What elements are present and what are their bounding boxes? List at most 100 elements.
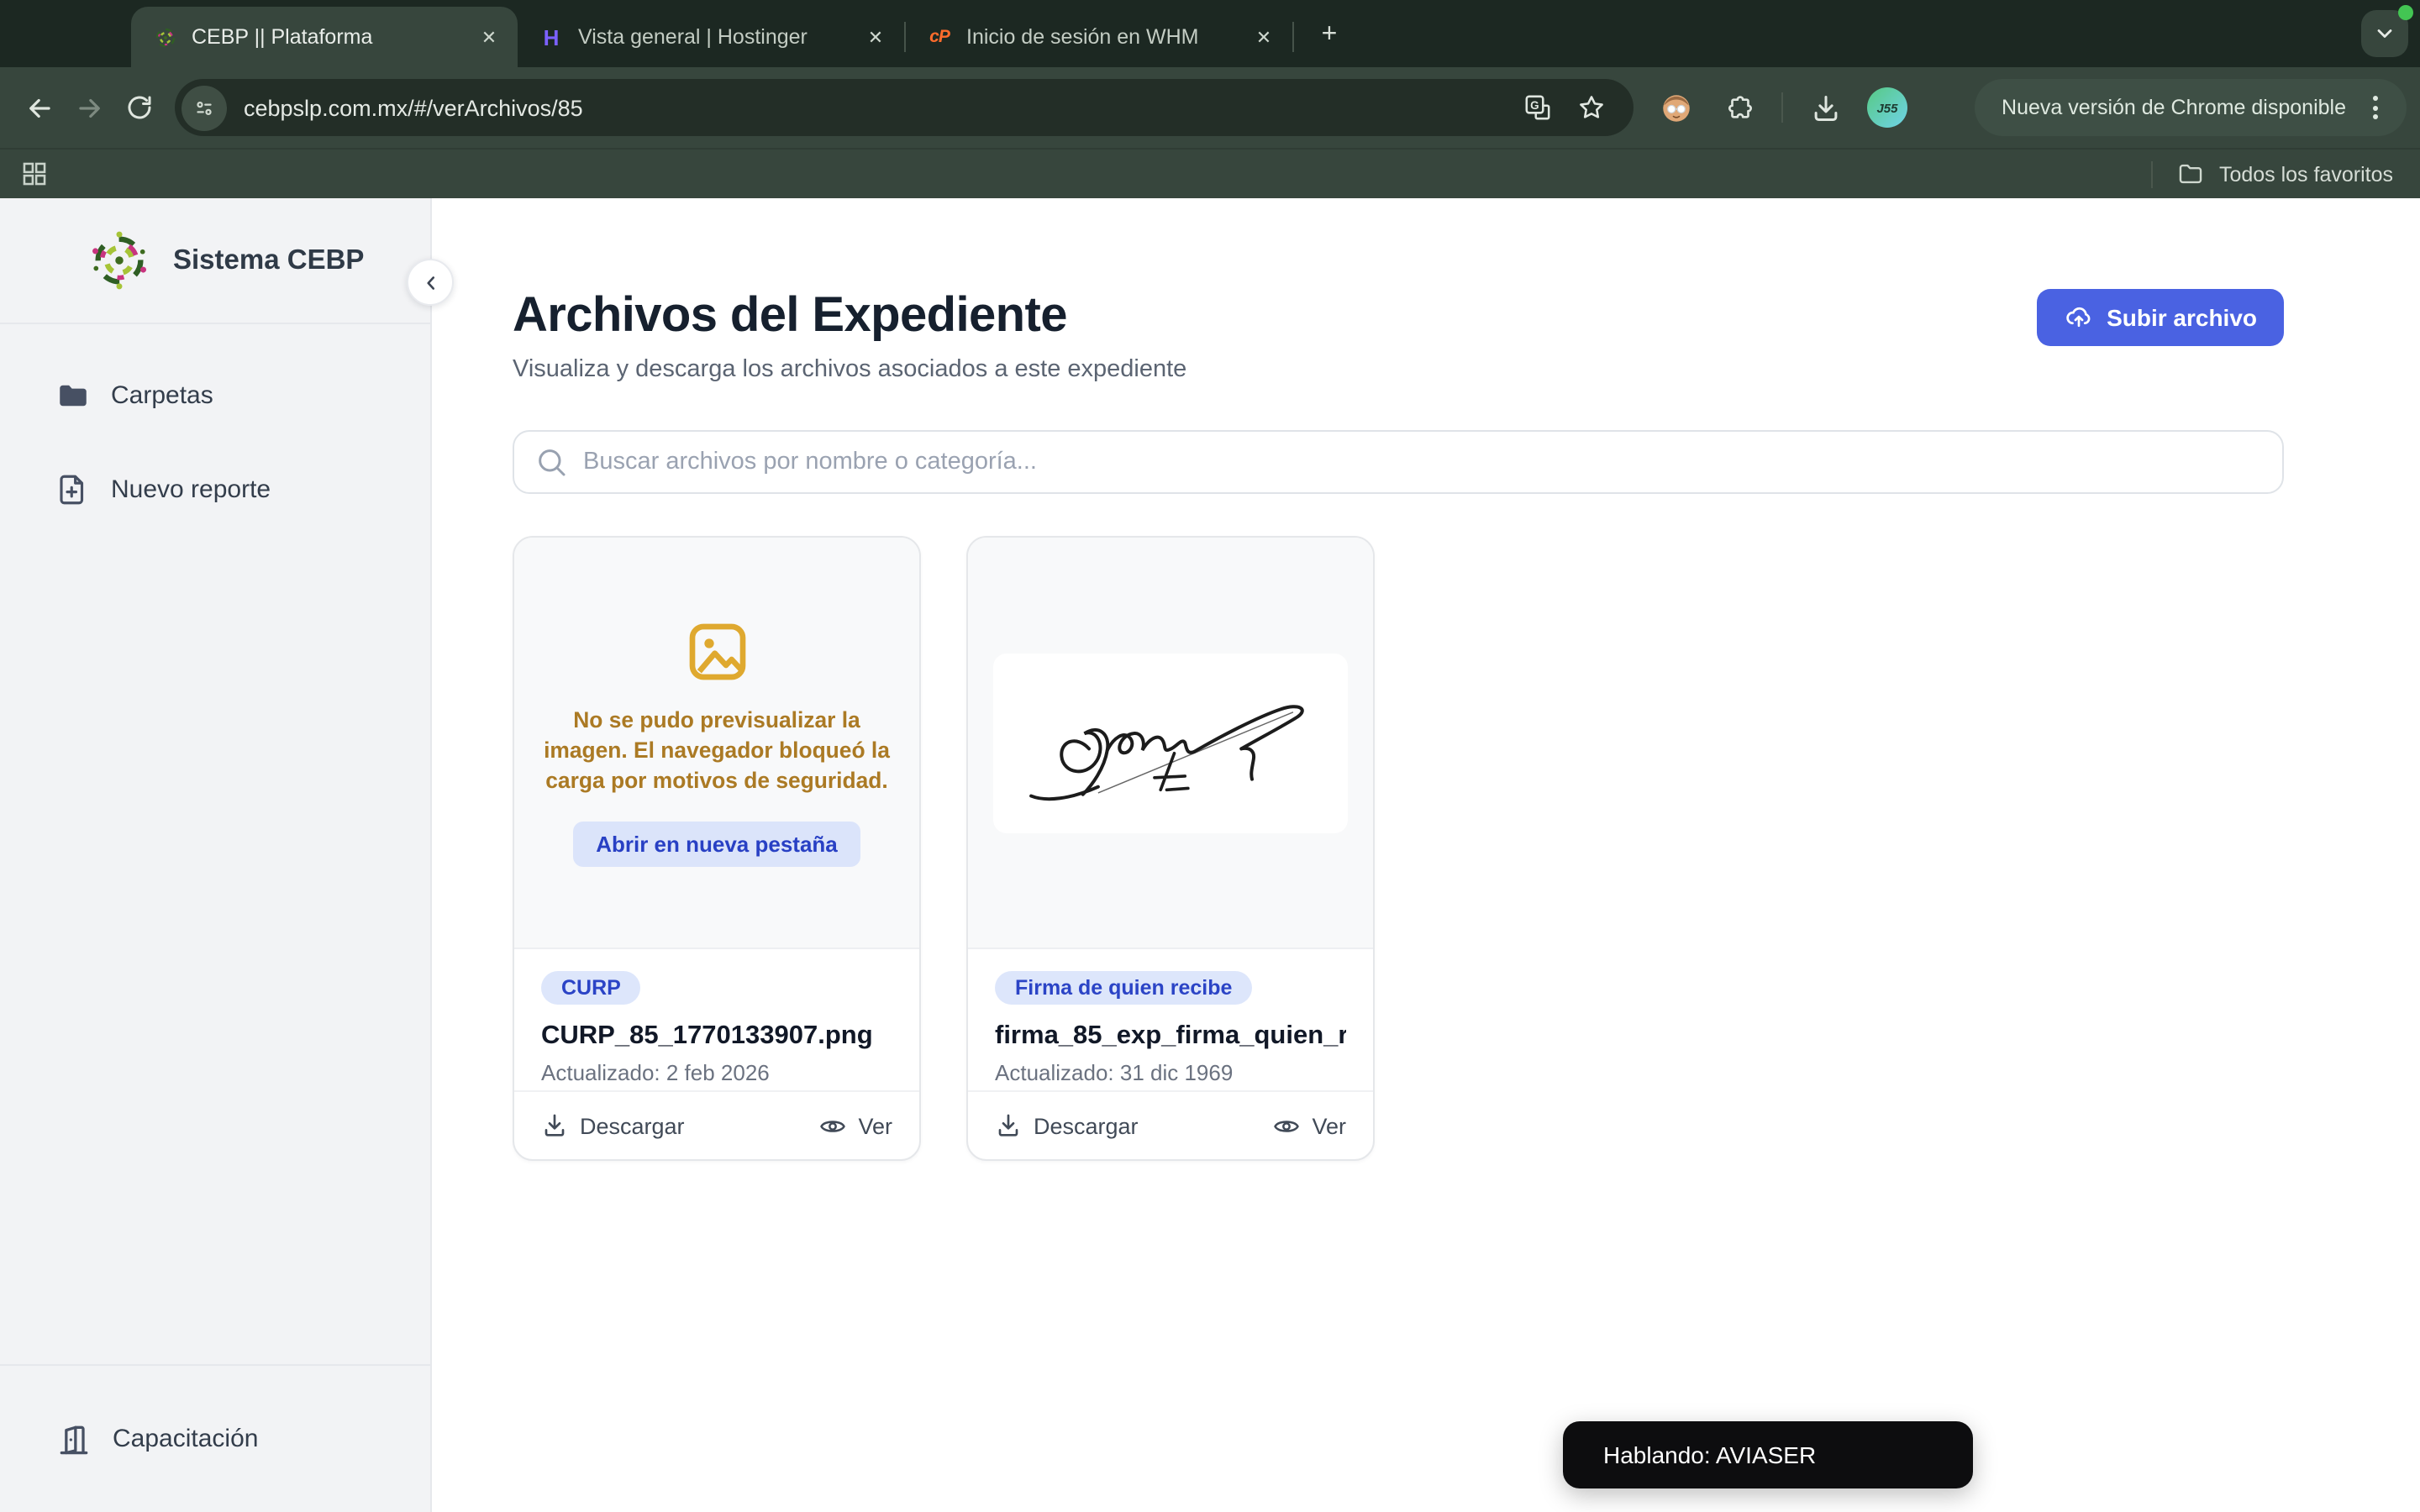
cebp-logo: [92, 231, 146, 290]
download-button[interactable]: Descargar: [541, 1112, 685, 1139]
download-label: Descargar: [580, 1113, 685, 1138]
reload-icon: [128, 96, 151, 119]
forward-arrow-icon: [78, 97, 99, 118]
open-new-tab-button[interactable]: Abrir en nueva pestaña: [572, 821, 861, 867]
file-name: firma_85_exp_firma_quien_re...: [995, 1021, 1346, 1050]
upload-file-button[interactable]: Subir archivo: [2036, 289, 2284, 346]
tab-whm[interactable]: cP Inicio de sesión en WHM ✕: [906, 7, 1292, 67]
puzzle-icon: [1728, 95, 1751, 118]
translate-icon: G: [1525, 95, 1550, 120]
sidebar-header: Sistema CEBP: [0, 198, 430, 324]
extensions-button[interactable]: [1718, 86, 1761, 129]
sidebar-item-label: Carpetas: [111, 381, 213, 409]
card-preview-blocked: No se pudo previsualizar la imagen. El n…: [514, 538, 919, 949]
cpanel-favicon-icon: cP: [929, 27, 950, 47]
download-button[interactable]: Descargar: [995, 1112, 1139, 1139]
file-name: CURP_85_1770133907.png: [541, 1021, 873, 1050]
card-body: CURP CURP_85_1770133907.png Actualizado:…: [514, 949, 919, 1085]
download-label: Descargar: [1034, 1113, 1139, 1138]
folder-icon: [60, 384, 87, 406]
sidebar-item-label: Capacitación: [113, 1425, 259, 1453]
updated-date: Actualizado: 2 feb 2026: [541, 1060, 770, 1085]
face-avatar-icon: [1662, 94, 1689, 121]
bookmarks-bar: Todos los favoritos: [0, 148, 2420, 198]
tab-close-icon[interactable]: ✕: [474, 22, 504, 52]
upload-file-label: Subir archivo: [2107, 304, 2257, 331]
file-cards: No se pudo previsualizar la imagen. El n…: [513, 536, 2284, 1161]
apps-grid-icon[interactable]: [20, 160, 49, 188]
sidebar-item-label: Nuevo reporte: [111, 475, 271, 503]
all-favorites-button[interactable]: Todos los favoritos: [2219, 162, 2393, 186]
search-icon: [539, 449, 566, 476]
card-actions: Descargar Ver: [514, 1090, 919, 1159]
view-label: Ver: [858, 1113, 892, 1138]
file-plus-icon: [60, 474, 84, 504]
downloads-button[interactable]: [1803, 86, 1847, 129]
star-icon: [1580, 96, 1603, 118]
cloud-upload-icon: [2065, 307, 2090, 328]
update-notification-dot: [2398, 5, 2413, 20]
updated-date: Actualizado: 31 dic 1969: [995, 1060, 1234, 1085]
tab-title: CEBP || Plataforma: [192, 25, 373, 49]
brand-title: Sistema CEBP: [173, 244, 365, 275]
tab-close-icon[interactable]: ✕: [860, 22, 891, 52]
browser-window: CEBP || Plataforma ✕ H Vista general | H…: [0, 0, 2420, 1512]
page-subtitle: Visualiza y descarga los archivos asocia…: [513, 356, 1187, 383]
file-card-firma: Firma de quien recibe firma_85_exp_firma…: [966, 536, 1375, 1161]
image-icon: [688, 624, 745, 681]
main-content: Archivos del Expediente Visualiza y desc…: [432, 198, 2420, 1512]
view-button[interactable]: Ver: [1271, 1111, 1346, 1140]
category-badge: CURP: [541, 971, 641, 1005]
chrome-update-button[interactable]: Nueva versión de Chrome disponible: [1975, 79, 2407, 136]
download-icon: [998, 1114, 1018, 1137]
preview-error-text: No se pudo previsualizar la imagen. El n…: [544, 707, 890, 793]
sidebar-nav: Carpetas Nuevo reporte: [0, 324, 430, 553]
tab-search-button[interactable]: [2361, 5, 2413, 57]
folder-icon: [2180, 164, 2203, 184]
tab-separator: [1292, 22, 1294, 52]
sidebar: Sistema CEBP Carpetas Nuevo reporte Capa…: [0, 198, 454, 1512]
back-arrow-icon: [29, 97, 50, 118]
category-badge: Firma de quien recibe: [995, 971, 1253, 1005]
tab-strip: CEBP || Plataforma ✕ H Vista general | H…: [0, 0, 2420, 67]
view-label: Ver: [1312, 1113, 1346, 1138]
translate-button[interactable]: G: [1516, 86, 1560, 129]
hostinger-favicon-icon: H: [543, 24, 560, 50]
chevron-left-icon: [426, 276, 434, 289]
card-body: Firma de quien recibe firma_85_exp_firma…: [968, 949, 1373, 1085]
eye-icon: [1273, 1120, 1299, 1131]
view-button[interactable]: Ver: [818, 1111, 892, 1140]
tab-close-icon[interactable]: ✕: [1249, 22, 1279, 52]
tab-cebp[interactable]: CEBP || Plataforma ✕: [131, 7, 518, 67]
back-button[interactable]: [13, 82, 64, 133]
sidebar-item-carpetas[interactable]: Carpetas: [0, 365, 430, 425]
sidebar-collapse-button[interactable]: [407, 259, 454, 306]
eye-icon: [819, 1120, 845, 1131]
site-info-button[interactable]: [182, 85, 227, 130]
address-bar[interactable]: cebpslp.com.mx/#/verArchivos/85 G: [175, 79, 1634, 136]
site-settings-icon: [197, 101, 212, 114]
tab-title: Vista general | Hostinger: [578, 25, 808, 49]
sidebar-item-nuevo-reporte[interactable]: Nuevo reporte: [0, 459, 430, 519]
bookmark-star-button[interactable]: [1570, 86, 1613, 129]
tab-title: Inicio de sesión en WHM: [966, 25, 1199, 49]
profile-avatar[interactable]: J55: [1867, 87, 1907, 128]
toolbar-separator: [1781, 92, 1783, 123]
page-content: Sistema CEBP Carpetas Nuevo reporte Capa…: [0, 198, 2420, 1512]
signature-image: [993, 653, 1348, 832]
forward-button[interactable]: [64, 82, 114, 133]
main-header: Archivos del Expediente Visualiza y desc…: [513, 289, 2284, 383]
page-title: Archivos del Expediente: [513, 289, 1067, 343]
browser-menu-icon[interactable]: [2360, 92, 2390, 123]
sidebar-item-capacitacion[interactable]: Capacitación: [0, 1364, 430, 1512]
search-input[interactable]: [513, 430, 2284, 494]
card-actions: Descargar Ver: [968, 1090, 1373, 1159]
tab-hostinger[interactable]: H Vista general | Hostinger ✕: [518, 7, 904, 67]
search-container: [513, 430, 2284, 494]
profile-extension-button[interactable]: [1654, 86, 1697, 129]
bookmarks-separator: [2151, 160, 2154, 187]
new-tab-button[interactable]: +: [1307, 13, 1351, 57]
reload-button[interactable]: [114, 82, 165, 133]
chrome-update-label: Nueva versión de Chrome disponible: [2002, 96, 2346, 119]
speaking-toast: Hablando: AVIASER: [1563, 1421, 1973, 1488]
